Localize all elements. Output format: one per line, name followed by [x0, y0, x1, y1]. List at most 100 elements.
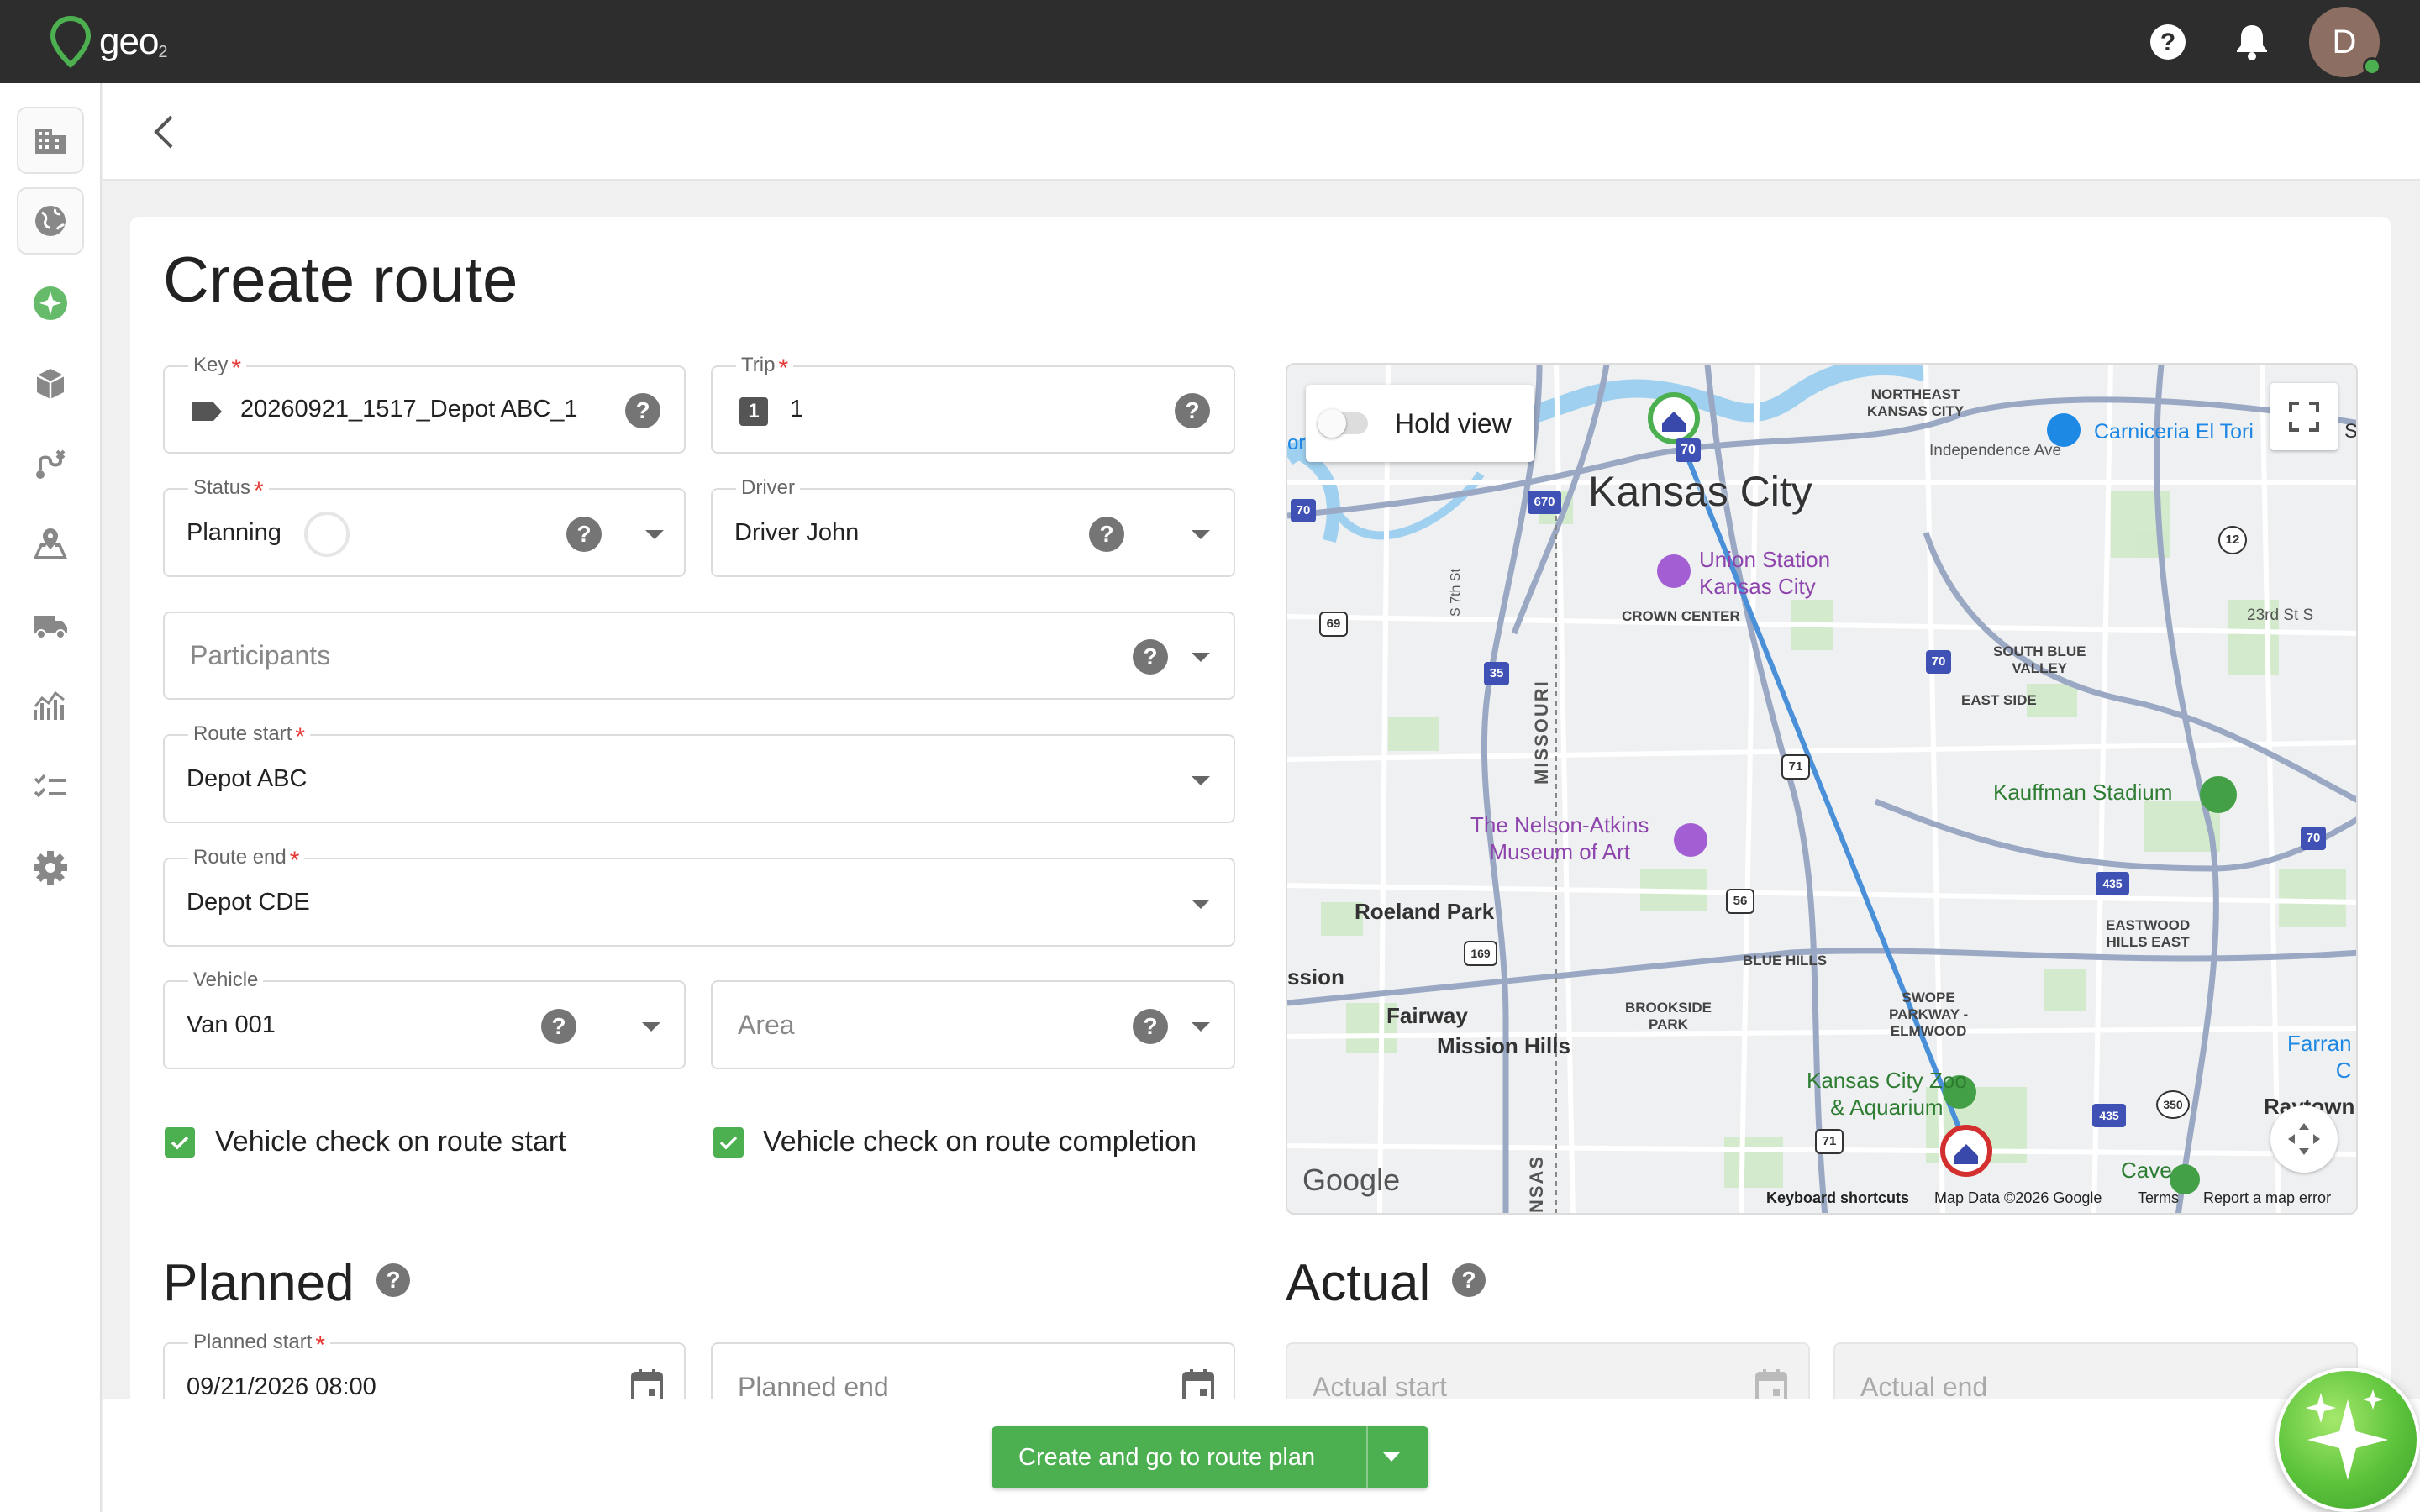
- report-map-error-link[interactable]: Report a map error: [2203, 1189, 2331, 1207]
- interstate-shield: 70: [2301, 827, 2326, 850]
- map-data-attribution: Map Data ©2026 Google: [1934, 1189, 2102, 1206]
- globe-icon: [35, 206, 66, 236]
- map-poi-label: Union Station Kansas City: [1699, 547, 1831, 599]
- driver-select[interactable]: Driver Driver John ?: [711, 476, 1235, 577]
- chevron-down-icon[interactable]: [1192, 900, 1210, 909]
- trip-label-text: Trip: [741, 354, 776, 376]
- sidebar-item-organization[interactable]: [17, 107, 84, 174]
- planned-help-icon[interactable]: ?: [376, 1263, 410, 1297]
- vehicle-check-completion-checkbox[interactable]: [713, 1127, 744, 1158]
- ai-assistant-button[interactable]: [2275, 1368, 2420, 1512]
- user-avatar[interactable]: D: [2309, 7, 2381, 77]
- map-poi-label: Cave: [2121, 1158, 2172, 1183]
- avatar-initial: D: [2332, 23, 2357, 60]
- button-divider: [1366, 1426, 1368, 1488]
- gear-icon: [34, 851, 67, 885]
- chevron-down-icon[interactable]: [1383, 1452, 1400, 1462]
- page-title: Create route: [163, 244, 518, 316]
- help-icon[interactable]: ?: [2146, 20, 2190, 64]
- create-route-button[interactable]: Create and go to route plan: [992, 1426, 1428, 1488]
- trip-number-icon: 1: [739, 397, 768, 426]
- status-value: Planning: [187, 518, 281, 546]
- geo-logo[interactable]: geo 2: [47, 12, 198, 72]
- back-arrow-icon[interactable]: [141, 108, 188, 155]
- loading-spinner-icon: [304, 512, 350, 557]
- actual-section-title: Actual: [1286, 1254, 1431, 1312]
- sparkle-icon: [2306, 1389, 2388, 1480]
- location-pin-icon: [50, 15, 92, 69]
- map-place-label: S: [2344, 420, 2358, 443]
- route-start-select[interactable]: Route start * Depot ABC: [163, 722, 1235, 823]
- sidebar-item-routes[interactable]: [17, 431, 84, 498]
- package-icon: [36, 369, 65, 399]
- svg-text:?: ?: [2160, 29, 2175, 56]
- checkmark-icon: [719, 1136, 738, 1150]
- checkmark-icon: [171, 1136, 189, 1150]
- sidebar-item-settings[interactable]: [17, 834, 84, 901]
- chevron-down-icon[interactable]: [642, 1022, 660, 1032]
- chevron-down-icon[interactable]: [645, 530, 664, 539]
- area-select[interactable]: Area ?: [711, 980, 1235, 1069]
- sidebar-item-ai-assistant[interactable]: [17, 270, 84, 337]
- map-area-label: EAST SIDE: [1961, 692, 2037, 708]
- driver-help-icon[interactable]: ?: [1089, 517, 1124, 552]
- route-icon: [36, 449, 66, 479]
- sparkle-globe-icon: [34, 286, 67, 320]
- trip-help-icon[interactable]: ?: [1175, 393, 1210, 428]
- chevron-down-icon[interactable]: [1192, 1022, 1210, 1032]
- map-pin-icon: [34, 528, 67, 559]
- participants-select[interactable]: Participants ?: [163, 612, 1235, 700]
- sidebar-item-tasks[interactable]: [17, 753, 84, 821]
- map-street-label: 23rd St S: [2247, 606, 2314, 624]
- vehicle-check-start-checkbox[interactable]: [165, 1127, 195, 1158]
- us-route-shield: 69: [1319, 612, 1348, 637]
- sidebar-item-vehicles[interactable]: [17, 592, 84, 659]
- map-poi-label: The Nelson-Atkins Museum of Art: [1470, 812, 1649, 864]
- area-help-icon[interactable]: ?: [1133, 1009, 1168, 1044]
- map-place-label: Roeland Park: [1355, 899, 1495, 924]
- us-route-shield: 56: [1726, 889, 1754, 914]
- status-help-icon[interactable]: ?: [566, 517, 602, 552]
- vehicle-check-completion-label[interactable]: Vehicle check on route completion: [763, 1126, 1197, 1158]
- route-end-select[interactable]: Route end * Depot CDE: [163, 846, 1235, 947]
- trip-field[interactable]: Trip * 1 1 ?: [711, 354, 1235, 454]
- map-poi-label: Kauffman Stadium: [1993, 780, 2173, 805]
- vehicle-help-icon[interactable]: ?: [541, 1009, 576, 1044]
- chevron-down-icon[interactable]: [1192, 530, 1210, 539]
- map-camera-control[interactable]: [2270, 1105, 2338, 1173]
- terms-link[interactable]: Terms: [2138, 1189, 2179, 1207]
- trip-label: Trip *: [736, 354, 794, 383]
- chevron-down-icon[interactable]: [1192, 776, 1210, 785]
- area-placeholder: Area: [738, 1009, 795, 1040]
- sidebar-item-analytics[interactable]: [17, 673, 84, 740]
- sidebar-item-world[interactable]: [17, 187, 84, 255]
- map-poi-label: Carniceria El Tori: [2094, 420, 2254, 444]
- sidebar-item-maps[interactable]: [17, 512, 84, 579]
- hold-view-toggle[interactable]: [1318, 409, 1368, 438]
- vehicle-value: Van 001: [187, 1011, 276, 1038]
- status-select[interactable]: Status * Planning ?: [163, 476, 686, 577]
- us-route-shield: 71: [1781, 754, 1810, 780]
- hold-view-control[interactable]: Hold view: [1306, 385, 1534, 462]
- key-field[interactable]: Key * 20260921_1517_Depot ABC_1 ?: [163, 354, 686, 454]
- notifications-bell-icon[interactable]: [2230, 20, 2274, 64]
- state-route-shield: 12: [2218, 526, 2247, 554]
- interstate-shield: 35: [1484, 662, 1509, 685]
- map-area-label: BROOKSIDE PARK: [1625, 1000, 1712, 1032]
- vehicle-select[interactable]: Vehicle Van 001 ?: [163, 969, 686, 1069]
- fullscreen-button[interactable]: [2270, 383, 2338, 450]
- interstate-shield: 670: [1528, 491, 1561, 514]
- route-start-value: Depot ABC: [187, 764, 308, 792]
- vehicle-check-start-label[interactable]: Vehicle check on route start: [215, 1126, 566, 1158]
- chevron-down-icon[interactable]: [1192, 653, 1210, 662]
- route-start-marker: [1648, 392, 1700, 444]
- actual-help-icon[interactable]: ?: [1452, 1263, 1486, 1297]
- key-help-icon[interactable]: ?: [625, 393, 660, 428]
- sidebar-item-packages[interactable]: [17, 350, 84, 417]
- map-area-label: EASTWOOD HILLS EAST: [2106, 917, 2191, 950]
- map-poi-label: Kansas City Zoo & Aquarium: [1807, 1068, 1967, 1120]
- keyboard-shortcuts-link[interactable]: Keyboard shortcuts: [1766, 1189, 1909, 1207]
- route-map[interactable]: 70 670 70 69 35 12 70 71 70 435 56 169 4…: [1286, 363, 2358, 1215]
- pan-arrows-icon: [2288, 1123, 2320, 1155]
- participants-help-icon[interactable]: ?: [1133, 639, 1168, 675]
